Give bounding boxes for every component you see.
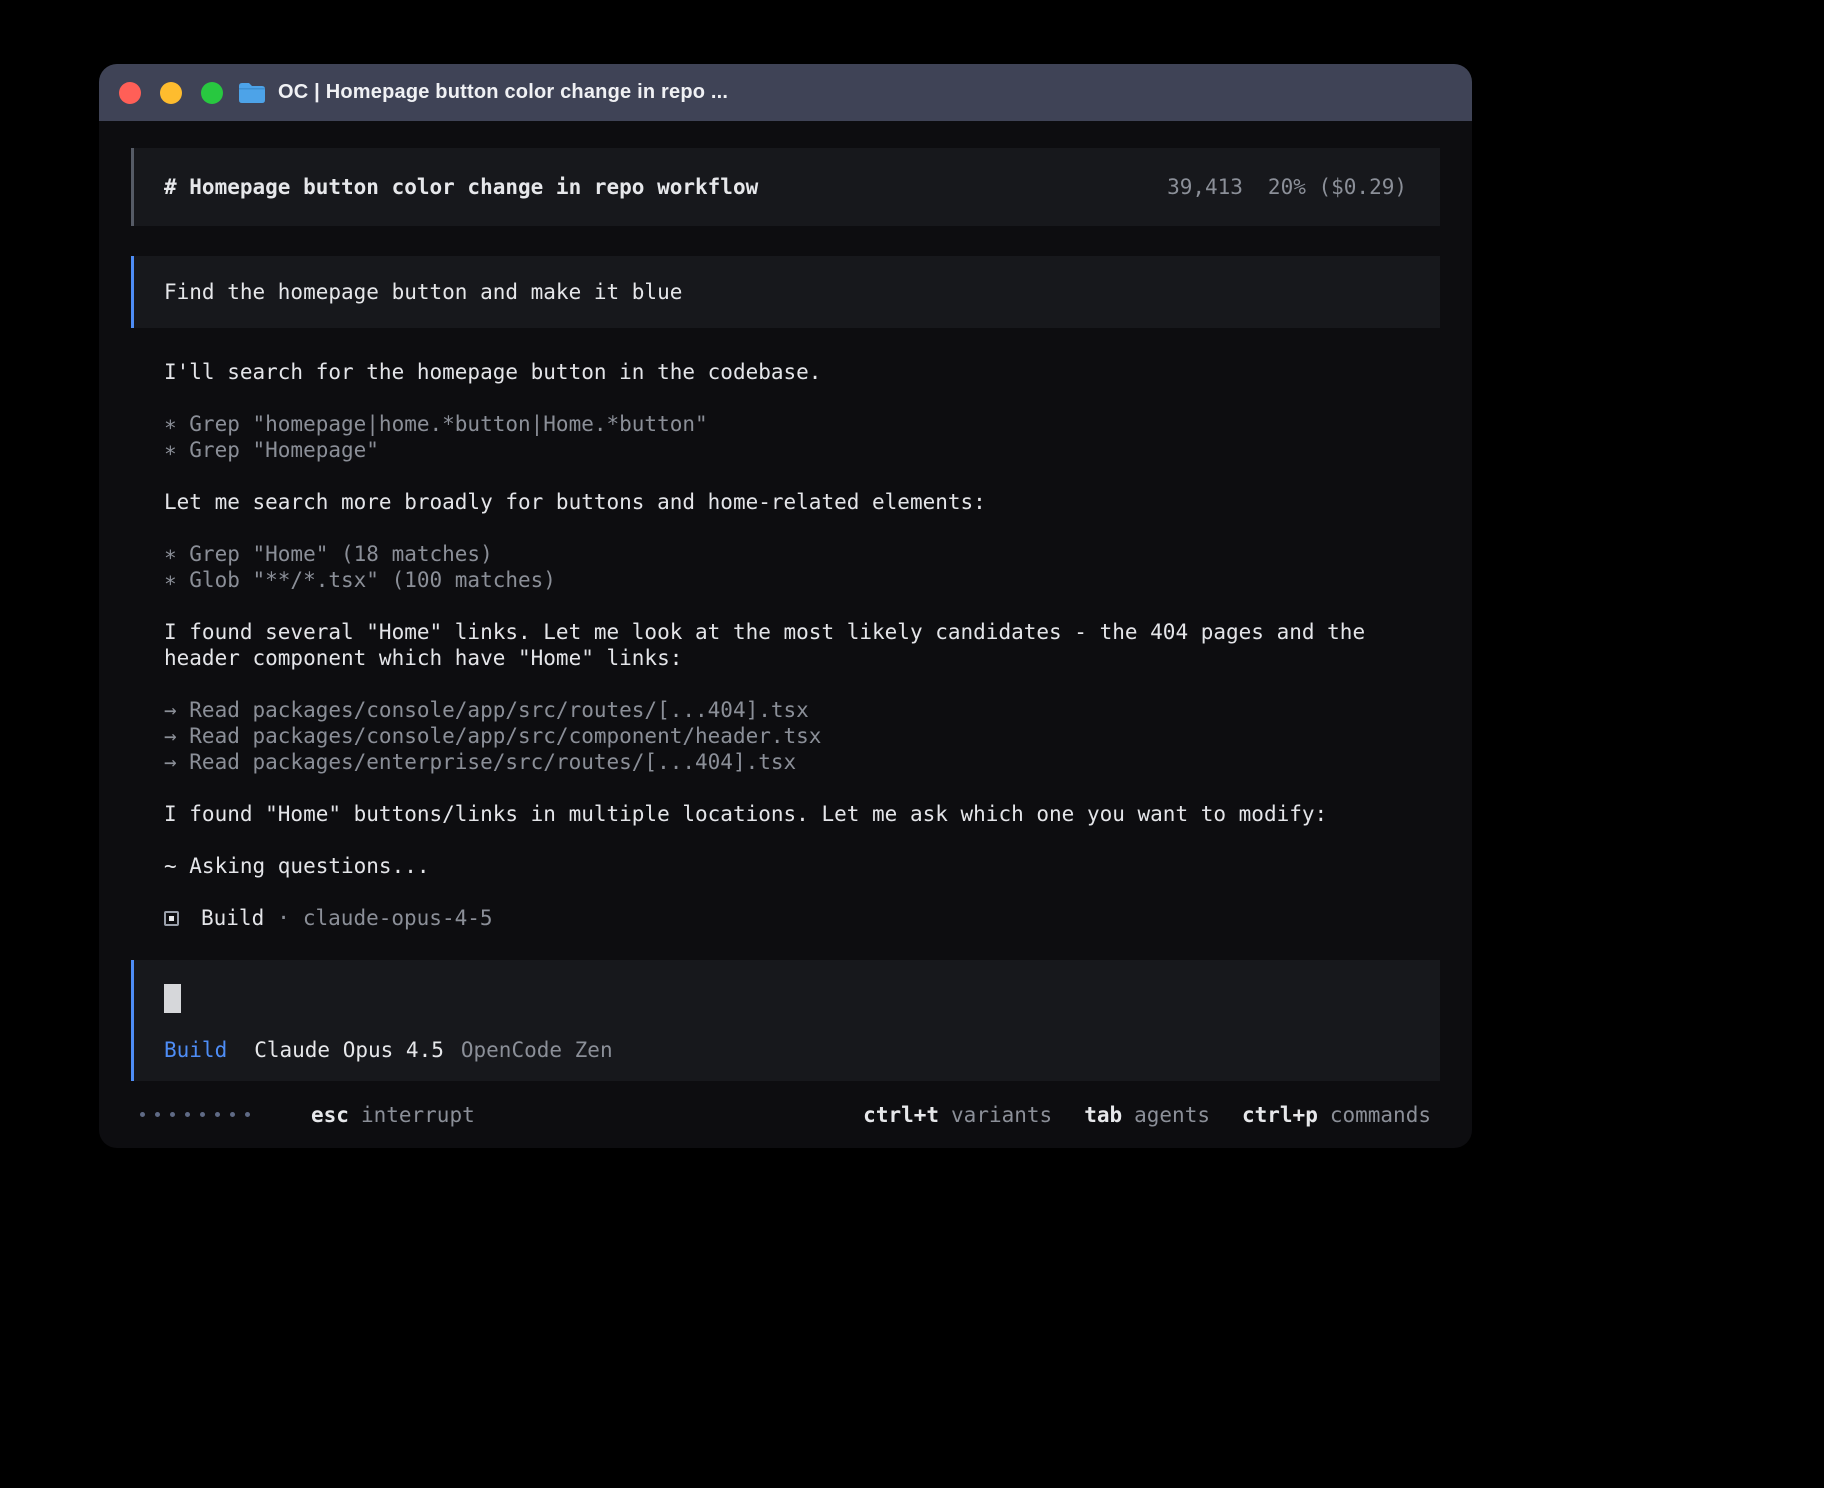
status-bar: esc interrupt ctrl+t variants tab agents…	[131, 1081, 1440, 1148]
composer-model: Claude Opus 4.5	[254, 1037, 444, 1063]
transcript-line: → Read packages/console/app/src/componen…	[164, 723, 1440, 749]
session-header: # Homepage button color change in repo w…	[131, 148, 1440, 226]
checkbox-icon	[164, 911, 179, 926]
session-stats: 39,413 20% ($0.29)	[1167, 174, 1407, 200]
user-message: Find the homepage button and make it blu…	[131, 256, 1440, 328]
transcript-gap	[164, 593, 1440, 619]
session-title: # Homepage button color change in repo w…	[164, 174, 758, 200]
transcript-line: ∗ Grep "Homepage"	[164, 437, 1440, 463]
transcript-gap	[164, 385, 1440, 411]
zoom-button[interactable]	[201, 82, 223, 104]
token-count: 39,413	[1167, 174, 1243, 200]
agents-label: agents	[1134, 1102, 1210, 1128]
shortcut-commands: ctrl+p commands	[1242, 1102, 1431, 1128]
transcript-line: Let me search more broadly for buttons a…	[164, 489, 1440, 515]
folder-icon	[238, 82, 265, 103]
transcript-line: ∗ Glob "**/*.tsx" (100 matches)	[164, 567, 1440, 593]
dot-separator: ·	[277, 905, 290, 931]
agent-name: Build	[201, 905, 264, 931]
composer-agent: Build	[164, 1037, 227, 1063]
shortcut-variants: ctrl+t variants	[863, 1102, 1052, 1128]
agent-status-line: Build · claude-opus-4-5	[164, 905, 1440, 931]
agent-model: claude-opus-4-5	[303, 905, 493, 931]
variants-label: variants	[951, 1102, 1052, 1128]
esc-key: esc	[311, 1102, 349, 1128]
transcript-gap	[164, 827, 1440, 853]
transcript-gap	[164, 671, 1440, 697]
commands-label: commands	[1330, 1102, 1431, 1128]
context-usage: 20% ($0.29)	[1268, 174, 1407, 200]
user-message-text: Find the homepage button and make it blu…	[164, 279, 682, 305]
transcript-line: I found several "Home" links. Let me loo…	[164, 619, 1440, 671]
interrupt-hint: esc interrupt	[311, 1102, 475, 1128]
prompt-input[interactable]: Build Claude Opus 4.5 OpenCode Zen	[131, 960, 1440, 1081]
transcript-line: ∗ Grep "homepage|home.*button|Home.*butt…	[164, 411, 1440, 437]
interrupt-label: interrupt	[361, 1102, 475, 1128]
transcript-line: I'll search for the homepage button in t…	[164, 359, 1440, 385]
transcript-line: ∗ Grep "Home" (18 matches)	[164, 541, 1440, 567]
close-button[interactable]	[119, 82, 141, 104]
transcript-gap	[164, 463, 1440, 489]
shortcut-agents: tab agents	[1084, 1102, 1210, 1128]
transcript: I'll search for the homepage button in t…	[164, 359, 1440, 879]
window-title: OC | Homepage button color change in rep…	[278, 81, 728, 104]
ctrl-p-key: ctrl+p	[1242, 1102, 1318, 1128]
ctrl-t-key: ctrl+t	[863, 1102, 939, 1128]
composer-provider: OpenCode Zen	[461, 1037, 613, 1063]
spinner-dots	[140, 1112, 250, 1117]
minimize-button[interactable]	[160, 82, 182, 104]
traffic-lights	[119, 82, 223, 104]
transcript-line: → Read packages/enterprise/src/routes/[.…	[164, 749, 1440, 775]
transcript-gap	[164, 775, 1440, 801]
window-titlebar: OC | Homepage button color change in rep…	[99, 64, 1472, 121]
transcript-gap	[164, 515, 1440, 541]
transcript-line: ~ Asking questions...	[164, 853, 1440, 879]
terminal-window: OC | Homepage button color change in rep…	[99, 64, 1472, 1148]
text-cursor	[164, 984, 181, 1013]
composer-status-row: Build Claude Opus 4.5 OpenCode Zen	[164, 1037, 1410, 1063]
transcript-line: → Read packages/console/app/src/routes/[…	[164, 697, 1440, 723]
terminal-content: # Homepage button color change in repo w…	[99, 121, 1472, 1148]
transcript-line: I found "Home" buttons/links in multiple…	[164, 801, 1440, 827]
tab-key: tab	[1084, 1102, 1122, 1128]
